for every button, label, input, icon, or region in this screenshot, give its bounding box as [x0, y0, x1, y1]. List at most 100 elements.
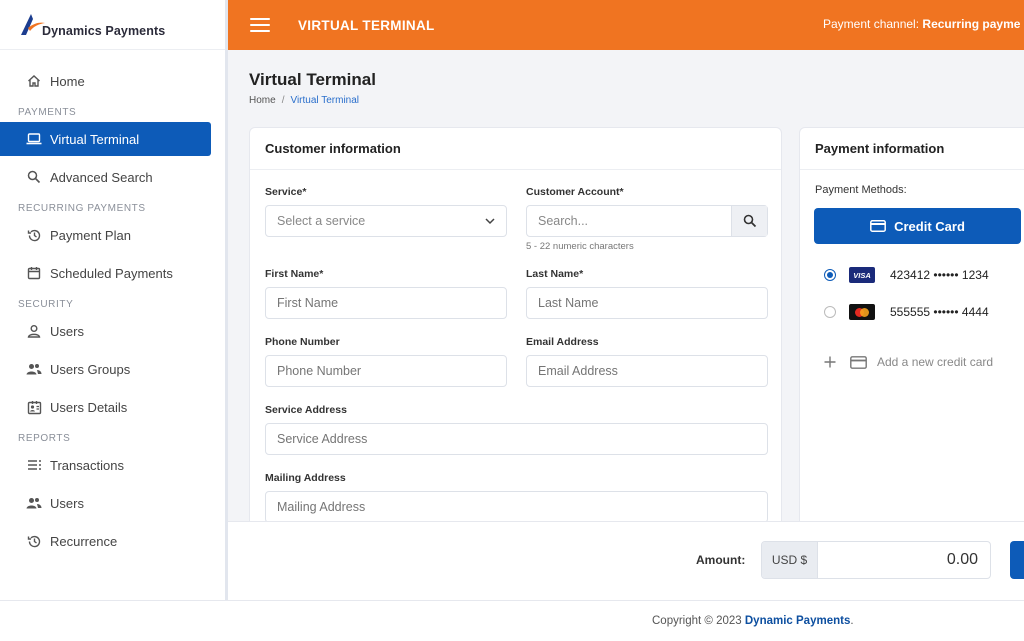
sidebar-item-advanced-search[interactable]: Advanced Search	[0, 160, 225, 194]
credit-card-icon	[870, 220, 887, 232]
service-label: Service*	[265, 186, 307, 198]
sidebar-item-label: Scheduled Payments	[50, 265, 173, 281]
email-field[interactable]	[526, 355, 768, 387]
customer-account-hint: 5 - 22 numeric characters	[526, 241, 634, 252]
calendar-icon	[26, 265, 42, 281]
history-icon	[26, 533, 42, 549]
payment-channel[interactable]: Payment channel: Recurring payme	[823, 17, 1020, 31]
logo-icon	[21, 13, 45, 35]
payment-channel-label: Payment channel:	[823, 17, 920, 31]
sidebar-item-label: Advanced Search	[50, 169, 153, 185]
sidebar-section-reports: REPORTS	[18, 433, 71, 444]
top-header: VIRTUAL TERMINAL Payment channel: Recurr…	[228, 0, 1024, 50]
sidebar-item-payment-plan[interactable]: Payment Plan	[0, 218, 225, 252]
list-icon	[26, 457, 42, 473]
card-radio-selected[interactable]	[824, 269, 836, 281]
customer-info-card: Customer information Service* Select a s…	[249, 127, 782, 527]
history-icon	[26, 227, 42, 243]
user-icon	[26, 323, 42, 339]
credit-card-button[interactable]: Credit Card	[814, 208, 1021, 244]
company-link[interactable]: Dynamic Payments	[745, 615, 850, 627]
logo[interactable]: Dynamics Payments	[0, 0, 225, 50]
payment-methods-label: Payment Methods:	[815, 184, 907, 196]
service-address-field[interactable]	[265, 423, 768, 455]
sidebar-section-security: SECURITY	[18, 299, 74, 310]
mailing-address-label: Mailing Address	[265, 472, 346, 484]
sidebar-item-users-details[interactable]: Users Details	[0, 390, 225, 424]
breadcrumb-home[interactable]: Home	[249, 95, 276, 106]
sidebar-section-recurring: RECURRING PAYMENTS	[18, 203, 146, 214]
breadcrumb: Home / Virtual Terminal	[249, 95, 359, 106]
add-credit-card-link[interactable]: Add a new credit card	[824, 355, 993, 369]
add-credit-card-label: Add a new credit card	[877, 355, 994, 369]
credit-card-button-label: Credit Card	[894, 218, 965, 234]
last-name-label: Last Name*	[526, 268, 584, 280]
saved-card-mastercard[interactable]: 555555 •••••• 4444	[824, 304, 989, 320]
sidebar: Dynamics Payments Home PAYMENTS Virtual …	[0, 0, 228, 600]
sidebar-item-recurrence[interactable]: Recurrence	[0, 524, 225, 558]
laptop-icon	[26, 131, 42, 147]
mastercard-logo-icon	[849, 304, 875, 320]
sidebar-item-label: Users	[50, 323, 84, 339]
copyright-period: .	[850, 615, 854, 627]
sidebar-section-payments: PAYMENTS	[18, 107, 77, 118]
customer-account-placeholder: Search...	[538, 214, 589, 228]
customer-info-title: Customer information	[250, 128, 781, 170]
card-radio[interactable]	[824, 306, 836, 318]
mailing-address-field[interactable]	[265, 491, 768, 523]
customer-account-search[interactable]: Search...	[526, 205, 768, 237]
email-label: Email Address	[526, 336, 599, 348]
sidebar-item-label: Transactions	[50, 457, 124, 473]
page-title: Virtual Terminal	[249, 70, 376, 89]
service-select[interactable]: Select a service	[265, 205, 507, 237]
sidebar-item-report-users[interactable]: Users	[0, 486, 225, 520]
sidebar-item-virtual-terminal[interactable]: Virtual Terminal	[0, 122, 211, 156]
phone-label: Phone Number	[265, 336, 340, 348]
service-address-label: Service Address	[265, 404, 347, 416]
sidebar-item-label: Users Groups	[50, 361, 131, 377]
copyright: Copyright © 2023 Dynamic Payments.	[652, 615, 854, 627]
currency-addon: USD $	[762, 542, 818, 578]
search-icon	[26, 169, 42, 185]
footer: Copyright © 2023 Dynamic Payments.	[0, 600, 1024, 641]
id-card-icon	[26, 399, 42, 415]
last-name-field[interactable]	[526, 287, 768, 319]
sidebar-item-label: Recurrence	[50, 533, 118, 549]
sidebar-item-label: Home	[50, 73, 85, 89]
submit-payment-button[interactable]	[1010, 541, 1024, 579]
amount-bar: Amount: USD $ 0.00	[228, 521, 1024, 600]
card-number: 555555 •••••• 4444	[890, 305, 989, 319]
first-name-label: First Name*	[265, 268, 324, 280]
sidebar-item-label: Payment Plan	[50, 227, 131, 243]
logo-text: Dynamics Payments	[42, 23, 166, 38]
phone-field[interactable]	[265, 355, 507, 387]
account-search-button[interactable]	[731, 206, 767, 236]
first-name-field[interactable]	[265, 287, 507, 319]
menu-icon[interactable]	[250, 18, 270, 32]
chevron-down-icon	[485, 218, 495, 225]
card-number: 423412 •••••• 1234	[890, 268, 989, 282]
sidebar-item-label: Virtual Terminal	[50, 131, 140, 147]
payment-channel-value: Recurring payme	[922, 17, 1021, 31]
amount-field[interactable]: 0.00	[818, 542, 990, 578]
sidebar-item-label: Users Details	[50, 399, 128, 415]
copyright-text: Copyright © 2023	[652, 615, 742, 627]
saved-card-visa[interactable]: VISA 423412 •••••• 1234	[824, 267, 989, 283]
customer-account-label: Customer Account*	[526, 186, 624, 198]
sidebar-item-home[interactable]: Home	[0, 64, 225, 98]
breadcrumb-current: Virtual Terminal	[290, 95, 360, 106]
payment-info-card: Payment information Payment Methods: Cre…	[799, 127, 1024, 527]
sidebar-item-users-groups[interactable]: Users Groups	[0, 352, 225, 386]
users-group-icon	[26, 495, 42, 511]
search-icon	[743, 214, 756, 228]
sidebar-item-label: Users	[50, 495, 84, 511]
home-icon	[26, 73, 42, 89]
plus-icon	[824, 356, 836, 368]
sidebar-item-scheduled-payments[interactable]: Scheduled Payments	[0, 256, 225, 290]
sidebar-item-users[interactable]: Users	[0, 314, 225, 348]
service-select-placeholder: Select a service	[277, 214, 366, 228]
credit-card-icon	[850, 355, 867, 369]
sidebar-item-transactions[interactable]: Transactions	[0, 448, 225, 482]
visa-logo-icon: VISA	[849, 267, 875, 283]
amount-input-group[interactable]: USD $ 0.00	[761, 541, 991, 579]
